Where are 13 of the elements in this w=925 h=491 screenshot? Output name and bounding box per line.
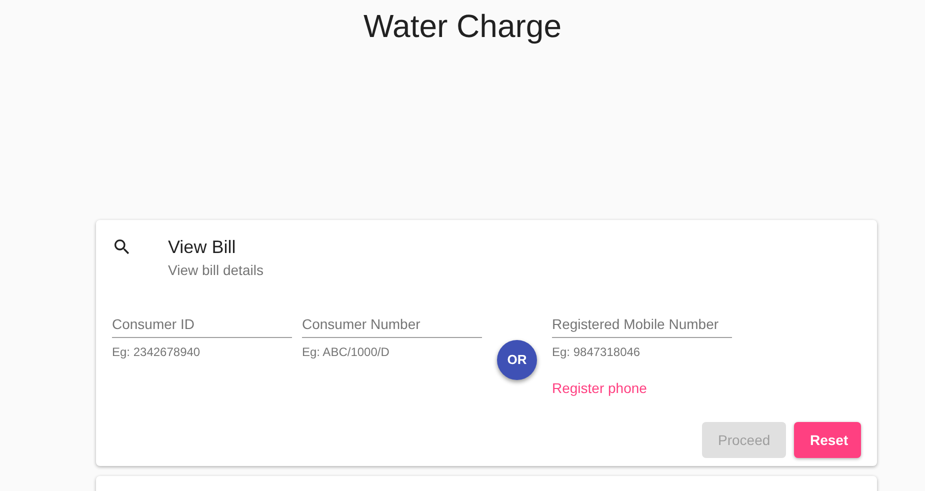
or-badge: OR — [497, 340, 537, 380]
input-field[interactable]: Registered Mobile Number — [552, 310, 732, 338]
action-button[interactable]: Reset — [794, 422, 861, 458]
field-hint: Eg: 2342678940 — [112, 344, 202, 360]
search-icon — [112, 237, 132, 257]
input-field[interactable]: Consumer Number — [302, 310, 482, 338]
field-hint: Eg: ABC/1000/D — [302, 344, 390, 360]
input-field[interactable]: Consumer ID — [112, 310, 292, 338]
field-hint: Eg: 9847318046 — [552, 344, 642, 360]
card-title: View Bill — [168, 236, 237, 258]
card-subtitle: View bill details — [168, 261, 264, 280]
register-phone-link[interactable]: Register phone — [552, 378, 647, 399]
page-title: Water Charge — [364, 7, 562, 46]
